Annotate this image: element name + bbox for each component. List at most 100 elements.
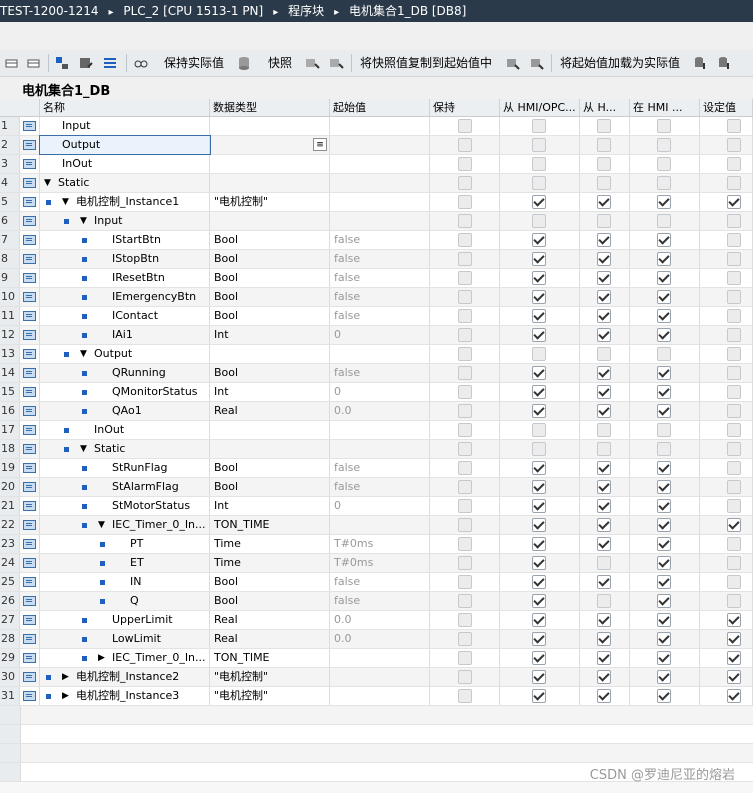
ret-checkbox[interactable] [458, 670, 472, 684]
header-start[interactable]: 起始值 [330, 99, 430, 116]
c1-checkbox[interactable] [532, 404, 546, 418]
c3-checkbox[interactable] [657, 214, 671, 228]
c4-checkbox[interactable] [727, 195, 741, 209]
c1-checkbox[interactable] [532, 176, 546, 190]
c4-checkbox[interactable] [727, 537, 741, 551]
ret-checkbox[interactable] [458, 195, 472, 209]
member-name-cell[interactable]: StAlarmFlag [40, 478, 210, 496]
member-name-cell[interactable]: ▼ 电机控制_Instance1 [40, 193, 210, 211]
table-row[interactable]: 14 QRunning Bool false [0, 364, 753, 383]
c4-checkbox[interactable] [727, 385, 741, 399]
member-start-value[interactable]: false [330, 250, 430, 268]
c4-checkbox[interactable] [727, 347, 741, 361]
table-row[interactable]: 20 StAlarmFlag Bool false [0, 478, 753, 497]
c1-checkbox[interactable] [532, 385, 546, 399]
member-name-cell[interactable]: QMonitorStatus [40, 383, 210, 401]
c4-checkbox[interactable] [727, 575, 741, 589]
row-number[interactable]: 31 [0, 687, 20, 705]
table-row[interactable]: 4 ▼ Static [0, 174, 753, 193]
member-type[interactable]: Bool [210, 288, 330, 306]
ret-checkbox[interactable] [458, 594, 472, 608]
ret-checkbox[interactable] [458, 138, 472, 152]
member-name-cell[interactable]: UpperLimit [40, 611, 210, 629]
c3-checkbox[interactable] [657, 309, 671, 323]
c2-checkbox[interactable] [597, 176, 611, 190]
breadcrumb-blocks[interactable]: 程序块 [288, 4, 324, 18]
member-name-cell[interactable]: IAi1 [40, 326, 210, 344]
member-start-value[interactable]: false [330, 307, 430, 325]
row-number[interactable]: 29 [0, 649, 20, 667]
member-type[interactable]: Real [210, 611, 330, 629]
member-type[interactable] [210, 440, 330, 458]
collapse-arrow-icon[interactable]: ▼ [80, 445, 87, 454]
member-start-value[interactable] [330, 440, 430, 458]
table-row[interactable]: 19 StRunFlag Bool false [0, 459, 753, 478]
c1-checkbox[interactable] [532, 138, 546, 152]
c2-checkbox[interactable] [597, 651, 611, 665]
c1-checkbox[interactable] [532, 594, 546, 608]
row-number[interactable]: 25 [0, 573, 20, 591]
c3-checkbox[interactable] [657, 556, 671, 570]
c4-checkbox[interactable] [727, 499, 741, 513]
member-start-value[interactable] [330, 345, 430, 363]
header-retain[interactable]: 保持 [430, 99, 500, 116]
header-hmi-opc[interactable]: 从 HMI/OPC... [500, 99, 580, 116]
member-type[interactable]: Time [210, 535, 330, 553]
c4-checkbox[interactable] [727, 233, 741, 247]
member-type[interactable]: "电机控制" [210, 687, 330, 705]
c1-checkbox[interactable] [532, 480, 546, 494]
c1-checkbox[interactable] [532, 423, 546, 437]
c2-checkbox[interactable] [597, 233, 611, 247]
member-type[interactable]: Bool [210, 364, 330, 382]
member-name-cell[interactable]: Input [40, 117, 210, 135]
member-name-cell[interactable]: IN [40, 573, 210, 591]
member-type[interactable] [210, 174, 330, 192]
member-name-cell[interactable]: PT [40, 535, 210, 553]
c1-checkbox[interactable] [532, 499, 546, 513]
member-start-value[interactable]: false [330, 288, 430, 306]
c4-checkbox[interactable] [727, 442, 741, 456]
c2-checkbox[interactable] [597, 461, 611, 475]
member-name-cell[interactable]: ▶ IEC_Timer_0_In... [40, 649, 210, 667]
member-type[interactable]: TON_TIME [210, 649, 330, 667]
c1-checkbox[interactable] [532, 442, 546, 456]
c1-checkbox[interactable] [532, 575, 546, 589]
c4-checkbox[interactable] [727, 214, 741, 228]
row-number[interactable]: 8 [0, 250, 20, 268]
table-row[interactable]: 1 Input [0, 117, 753, 136]
c1-checkbox[interactable] [532, 328, 546, 342]
ret-checkbox[interactable] [458, 461, 472, 475]
member-start-value[interactable]: false [330, 364, 430, 382]
load-alt-icon[interactable] [716, 55, 732, 71]
c1-checkbox[interactable] [532, 233, 546, 247]
member-type[interactable]: "电机控制" [210, 668, 330, 686]
c1-checkbox[interactable] [532, 613, 546, 627]
member-start-value[interactable] [330, 136, 430, 154]
row-number[interactable]: 23 [0, 535, 20, 553]
row-number[interactable]: 27 [0, 611, 20, 629]
member-start-value[interactable]: false [330, 269, 430, 287]
member-name-cell[interactable]: QRunning [40, 364, 210, 382]
ret-checkbox[interactable] [458, 499, 472, 513]
copy-snapshot-button[interactable]: 将快照值复制到起始值中 [360, 56, 492, 70]
ret-checkbox[interactable] [458, 423, 472, 437]
ret-checkbox[interactable] [458, 290, 472, 304]
table-row[interactable]: 21 StMotorStatus Int 0 [0, 497, 753, 516]
row-number[interactable]: 15 [0, 383, 20, 401]
member-name-cell[interactable]: StMotorStatus [40, 497, 210, 515]
member-start-value[interactable] [330, 174, 430, 192]
c2-checkbox[interactable] [597, 518, 611, 532]
c2-checkbox[interactable] [597, 404, 611, 418]
ret-checkbox[interactable] [458, 233, 472, 247]
expand-arrow-icon[interactable]: ▶ [98, 654, 105, 663]
member-name-cell[interactable]: IEmergencyBtn [40, 288, 210, 306]
c2-checkbox[interactable] [597, 271, 611, 285]
c1-checkbox[interactable] [532, 252, 546, 266]
row-number[interactable]: 5 [0, 193, 20, 211]
member-start-value[interactable] [330, 687, 430, 705]
row-number[interactable]: 10 [0, 288, 20, 306]
c4-checkbox[interactable] [727, 480, 741, 494]
c2-checkbox[interactable] [597, 499, 611, 513]
c2-checkbox[interactable] [597, 328, 611, 342]
c4-checkbox[interactable] [727, 252, 741, 266]
